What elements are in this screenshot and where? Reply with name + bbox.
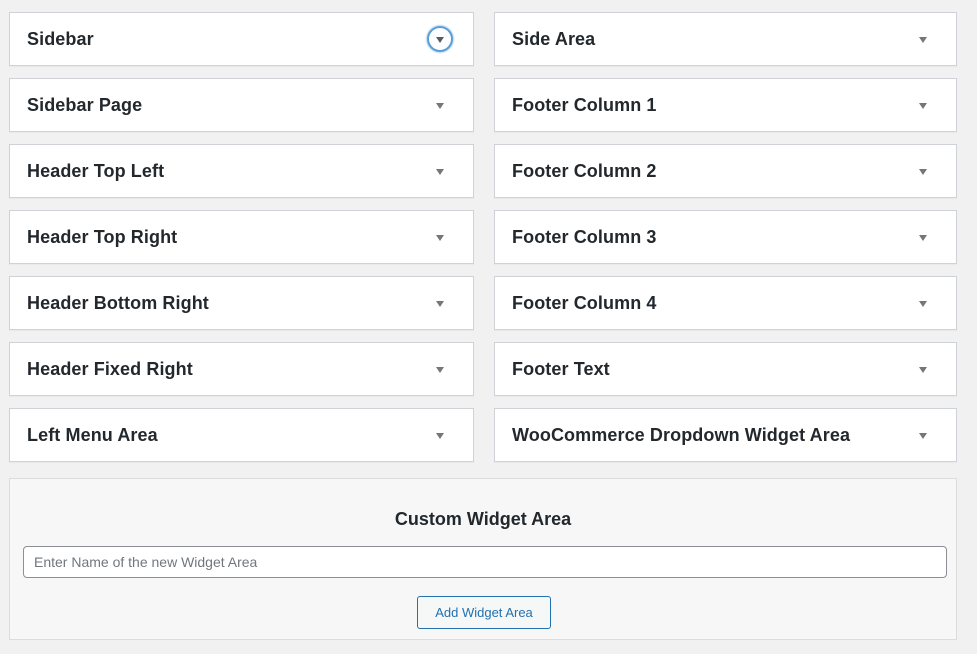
- widget-area-title: Header Top Right: [27, 226, 178, 247]
- chevron-down-icon[interactable]: [427, 356, 453, 382]
- widgets-screen: Sidebar Side Area Sidebar Page Footer Co…: [0, 0, 977, 654]
- chevron-down-icon[interactable]: [427, 422, 453, 448]
- new-widget-area-name-input[interactable]: [23, 546, 947, 578]
- custom-widget-area-title: Custom Widget Area: [394, 509, 572, 529]
- widget-area-sidebar-page[interactable]: Sidebar Page: [9, 78, 474, 132]
- widget-area-left-menu-area[interactable]: Left Menu Area: [9, 408, 474, 462]
- custom-widget-area-panel: Custom Widget Area Add Widget Area: [9, 478, 957, 640]
- widget-area-title: Sidebar: [27, 28, 94, 49]
- chevron-down-icon[interactable]: [427, 92, 453, 118]
- chevron-down-icon[interactable]: [427, 158, 453, 184]
- widget-area-footer-text[interactable]: Footer Text: [494, 342, 957, 396]
- widget-area-header-top-left[interactable]: Header Top Left: [9, 144, 474, 198]
- widget-area-header-fixed-right[interactable]: Header Fixed Right: [9, 342, 474, 396]
- widget-area-title: Header Fixed Right: [27, 358, 193, 379]
- chevron-down-icon[interactable]: [910, 92, 936, 118]
- widget-area-title: Footer Column 2: [512, 160, 657, 181]
- widget-area-footer-column-1[interactable]: Footer Column 1: [494, 78, 957, 132]
- widget-area-footer-column-3[interactable]: Footer Column 3: [494, 210, 957, 264]
- widget-area-title: Header Bottom Right: [27, 292, 209, 313]
- chevron-down-icon[interactable]: [910, 26, 936, 52]
- widget-area-title: Left Menu Area: [27, 424, 158, 445]
- widget-area-title: Footer Column 1: [512, 94, 657, 115]
- widget-area-title: Footer Column 3: [512, 226, 657, 247]
- widget-area-title: Footer Column 4: [512, 292, 657, 313]
- widget-area-title: Footer Text: [512, 358, 610, 379]
- chevron-down-icon[interactable]: [910, 290, 936, 316]
- widget-area-woocommerce-dropdown[interactable]: WooCommerce Dropdown Widget Area: [494, 408, 957, 462]
- chevron-down-icon[interactable]: [427, 26, 453, 52]
- widget-area-sidebar[interactable]: Sidebar: [9, 12, 474, 66]
- widget-area-footer-column-4[interactable]: Footer Column 4: [494, 276, 957, 330]
- add-widget-area-button[interactable]: Add Widget Area: [417, 596, 551, 629]
- widget-areas-grid: Sidebar Side Area Sidebar Page Footer Co…: [9, 12, 957, 462]
- widget-area-title: Side Area: [512, 28, 596, 49]
- widget-area-footer-column-2[interactable]: Footer Column 2: [494, 144, 957, 198]
- widget-area-header-bottom-right[interactable]: Header Bottom Right: [9, 276, 474, 330]
- chevron-down-icon[interactable]: [910, 422, 936, 448]
- chevron-down-icon[interactable]: [910, 158, 936, 184]
- chevron-down-icon[interactable]: [427, 290, 453, 316]
- chevron-down-icon[interactable]: [910, 356, 936, 382]
- widget-area-title: Sidebar Page: [27, 94, 143, 115]
- widget-area-side-area[interactable]: Side Area: [494, 12, 957, 66]
- chevron-down-icon[interactable]: [427, 224, 453, 250]
- chevron-down-icon[interactable]: [910, 224, 936, 250]
- widget-area-header-top-right[interactable]: Header Top Right: [9, 210, 474, 264]
- widget-area-title: Header Top Left: [27, 160, 165, 181]
- widget-area-title: WooCommerce Dropdown Widget Area: [512, 424, 851, 445]
